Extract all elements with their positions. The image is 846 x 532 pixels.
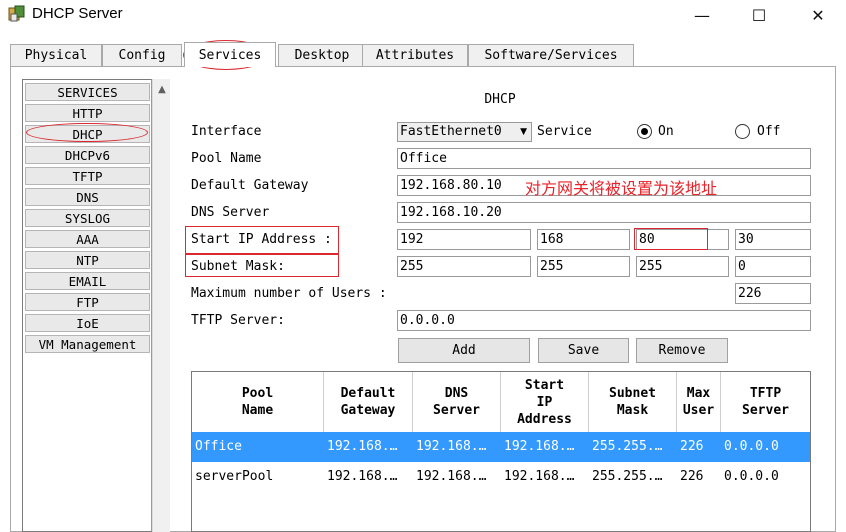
close-icon: ✕: [811, 5, 825, 25]
dns-server-label: DNS Server: [191, 205, 270, 220]
service-item-dhcpv6[interactable]: DHCPv6: [25, 146, 150, 164]
service-on-label: On: [658, 124, 674, 139]
tftp-server-label: TFTP Server:: [191, 313, 285, 328]
start-ip-octet-3[interactable]: 80: [636, 229, 729, 250]
table-cell-subnet-mask: 255.255.…: [592, 469, 663, 484]
service-item-tftp[interactable]: TFTP: [25, 167, 150, 185]
interface-value: FastEthernet0: [400, 124, 502, 139]
subnet-mask-octet-1[interactable]: 255: [397, 256, 531, 277]
service-item-http[interactable]: HTTP: [25, 104, 150, 122]
pool-table: Pool Name Default Gateway DNS Server Start I…: [191, 371, 811, 532]
remove-button[interactable]: Remove: [636, 338, 728, 363]
column-header-tftp-server[interactable]: TFTP Server: [721, 372, 810, 432]
tab-desktop[interactable]: Desktop: [278, 44, 366, 66]
table-cell-gateway: 192.168.…: [327, 439, 398, 454]
service-on-radio[interactable]: [637, 124, 652, 139]
column-header-start-ip-address[interactable]: Start IP Address: [501, 372, 589, 432]
column-header-dns-server[interactable]: DNS Server: [413, 372, 501, 432]
service-off-radio[interactable]: [735, 124, 750, 139]
table-row[interactable]: serverPool 192.168.… 192.168.… 192.168.……: [192, 462, 810, 492]
service-item-ftp[interactable]: FTP: [25, 293, 150, 311]
table-row[interactable]: Office 192.168.… 192.168.… 192.168.… 255…: [192, 432, 810, 462]
tab-attributes[interactable]: Attributes: [362, 44, 468, 66]
minimize-icon: —: [694, 5, 710, 25]
column-header-default-gateway[interactable]: Default Gateway: [324, 372, 413, 432]
maximize-icon: ☐: [751, 5, 767, 25]
maximize-button[interactable]: ☐: [736, 0, 782, 30]
service-item-dns[interactable]: DNS: [25, 188, 150, 206]
table-cell-max-user: 226: [680, 439, 704, 454]
service-item-email[interactable]: EMAIL: [25, 272, 150, 290]
interface-select[interactable]: FastEthernet0 ▼: [397, 122, 532, 142]
save-button[interactable]: Save: [538, 338, 629, 363]
subnet-mask-octet-2[interactable]: 255: [537, 256, 630, 277]
table-cell-dns: 192.168.…: [416, 439, 487, 454]
tab-services[interactable]: Services: [184, 42, 276, 67]
service-item-syslog[interactable]: SYSLOG: [25, 209, 150, 227]
column-header-max-user[interactable]: Max User: [677, 372, 721, 432]
default-gateway-label: Default Gateway: [191, 178, 309, 193]
start-ip-octet-4[interactable]: 30: [735, 229, 811, 250]
table-cell-subnet-mask: 255.255.…: [592, 439, 663, 454]
chevron-down-icon: ▼: [520, 127, 527, 137]
max-users-input[interactable]: 226: [735, 283, 811, 304]
column-header-pool-name[interactable]: Pool Name: [192, 372, 324, 432]
subnet-mask-label: Subnet Mask:: [191, 259, 285, 274]
table-cell-pool-name: serverPool: [195, 469, 274, 484]
table-cell-tftp: 0.0.0.0: [724, 469, 779, 484]
table-cell-max-user: 226: [680, 469, 704, 484]
service-item-dhcp[interactable]: DHCP: [25, 125, 150, 143]
panel-title: DHCP: [484, 92, 516, 107]
start-ip-octet-1[interactable]: 192: [397, 229, 531, 250]
packet-tracer-app-icon: [8, 5, 25, 22]
subnet-mask-octet-3[interactable]: 255: [636, 256, 729, 277]
start-ip-label: Start IP Address :: [191, 232, 332, 247]
interface-label: Interface: [191, 124, 262, 139]
pool-name-label: Pool Name: [191, 151, 262, 166]
table-cell-gateway: 192.168.…: [327, 469, 398, 484]
start-ip-octet-2[interactable]: 168: [537, 229, 630, 250]
pool-name-input[interactable]: Office: [397, 148, 811, 169]
scroll-up-icon[interactable]: ▲: [153, 81, 171, 97]
title-bar: DHCP Server — ☐ ✕: [0, 0, 846, 30]
dns-server-input[interactable]: 192.168.10.20: [397, 202, 811, 223]
table-cell-dns: 192.168.…: [416, 469, 487, 484]
tab-software-services[interactable]: Software/Services: [468, 44, 634, 66]
service-list-scrollbar[interactable]: ▲: [152, 79, 170, 532]
gateway-annotation: 对方网关将被设置为该地址: [525, 179, 718, 198]
subnet-mask-octet-4[interactable]: 0: [735, 256, 811, 277]
table-cell-pool-name: Office: [195, 439, 242, 454]
max-users-label: Maximum number of Users :: [191, 286, 387, 301]
add-button[interactable]: Add: [398, 338, 530, 363]
close-button[interactable]: ✕: [795, 0, 841, 30]
tftp-server-input[interactable]: 0.0.0.0: [397, 310, 811, 331]
window-title: DHCP Server: [32, 5, 123, 22]
table-cell-start-ip: 192.168.…: [504, 469, 575, 484]
tab-config[interactable]: Config: [102, 44, 182, 66]
service-item-ntp[interactable]: NTP: [25, 251, 150, 269]
service-item-aaa[interactable]: AAA: [25, 230, 150, 248]
service-label: Service: [537, 124, 592, 139]
service-item-ioe[interactable]: IoE: [25, 314, 150, 332]
service-off-label: Off: [757, 124, 781, 139]
service-list: SERVICES HTTP DHCP DHCPv6 TFTP DNS SYSLO…: [22, 79, 152, 532]
service-list-header: SERVICES: [25, 83, 150, 101]
tab-physical[interactable]: Physical: [10, 44, 102, 66]
service-item-vm-management[interactable]: VM Management: [25, 335, 150, 353]
column-header-subnet-mask[interactable]: Subnet Mask: [589, 372, 677, 432]
table-cell-start-ip: 192.168.…: [504, 439, 575, 454]
table-cell-tftp: 0.0.0.0: [724, 439, 779, 454]
minimize-button[interactable]: —: [679, 0, 725, 30]
